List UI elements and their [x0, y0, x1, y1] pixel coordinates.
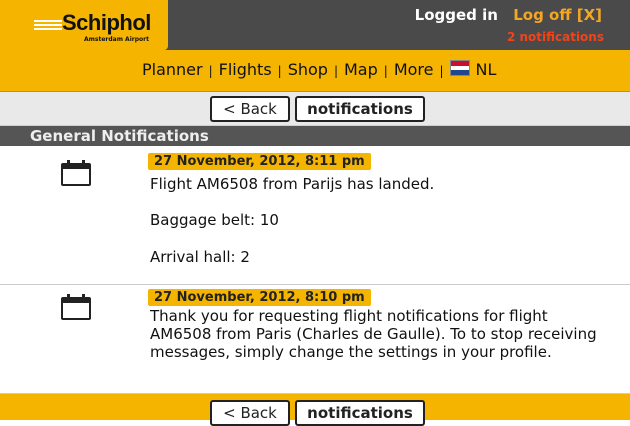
- top-header: Schiphol Amsterdam Airport Logged in Log…: [0, 0, 630, 50]
- notifications-button[interactable]: notifications: [295, 400, 425, 426]
- nav-separator: |: [277, 64, 282, 78]
- log-off-label: Log off: [513, 6, 572, 24]
- bottom-button-bar: < Back notifications: [0, 394, 630, 426]
- notification-item: 27 November, 2012, 8:11 pm Flight AM6508…: [0, 147, 630, 285]
- calendar-icon: [61, 294, 91, 320]
- nav-links: Planner | Flights | Shop | Map | More | NL: [142, 60, 496, 79]
- dutch-flag-icon: [449, 60, 470, 76]
- nav-separator: |: [439, 64, 444, 78]
- language-switch[interactable]: NL: [449, 60, 497, 79]
- top-button-row: < Back notifications: [0, 92, 630, 126]
- nav-item-shop[interactable]: Shop: [288, 60, 328, 79]
- nav-item-planner[interactable]: Planner: [142, 60, 203, 79]
- nav-separator: |: [208, 64, 213, 78]
- log-off-link[interactable]: Log off [X]: [513, 6, 602, 24]
- notification-timestamp: 27 November, 2012, 8:10 pm: [148, 289, 371, 306]
- logged-in-label: Logged in: [414, 6, 498, 24]
- back-button[interactable]: < Back: [210, 96, 290, 122]
- language-label: NL: [475, 60, 497, 79]
- nav-separator: |: [333, 64, 338, 78]
- notification-count-link[interactable]: 2 notifications: [507, 30, 604, 44]
- notification-line: Flight AM6508 from Parijs has landed.: [150, 175, 435, 193]
- main-nav: Planner | Flights | Shop | Map | More | NL: [0, 50, 630, 92]
- logo-stripes-icon: [34, 20, 62, 32]
- nav-item-flights[interactable]: Flights: [219, 60, 272, 79]
- logo-subtitle: Amsterdam Airport: [84, 36, 149, 43]
- close-marker: [X]: [576, 6, 602, 24]
- notification-message: Thank you for requesting flight notifica…: [150, 307, 597, 361]
- section-title: General Notifications: [0, 126, 630, 146]
- logo[interactable]: Schiphol Amsterdam Airport: [0, 0, 168, 50]
- notification-timestamp: 27 November, 2012, 8:11 pm: [148, 153, 371, 170]
- notifications-button[interactable]: notifications: [295, 96, 425, 122]
- notification-item: 27 November, 2012, 8:10 pm Thank you for…: [0, 285, 630, 394]
- notification-line: Arrival hall: 2: [150, 248, 250, 266]
- login-area: Logged in Log off [X]: [415, 6, 602, 24]
- nav-item-map[interactable]: Map: [344, 60, 378, 79]
- nav-item-more[interactable]: More: [394, 60, 434, 79]
- back-button[interactable]: < Back: [210, 400, 290, 426]
- calendar-icon: [61, 160, 91, 186]
- logo-text: Schiphol: [62, 10, 151, 35]
- notification-line: Baggage belt: 10: [150, 211, 279, 229]
- nav-separator: |: [383, 64, 388, 78]
